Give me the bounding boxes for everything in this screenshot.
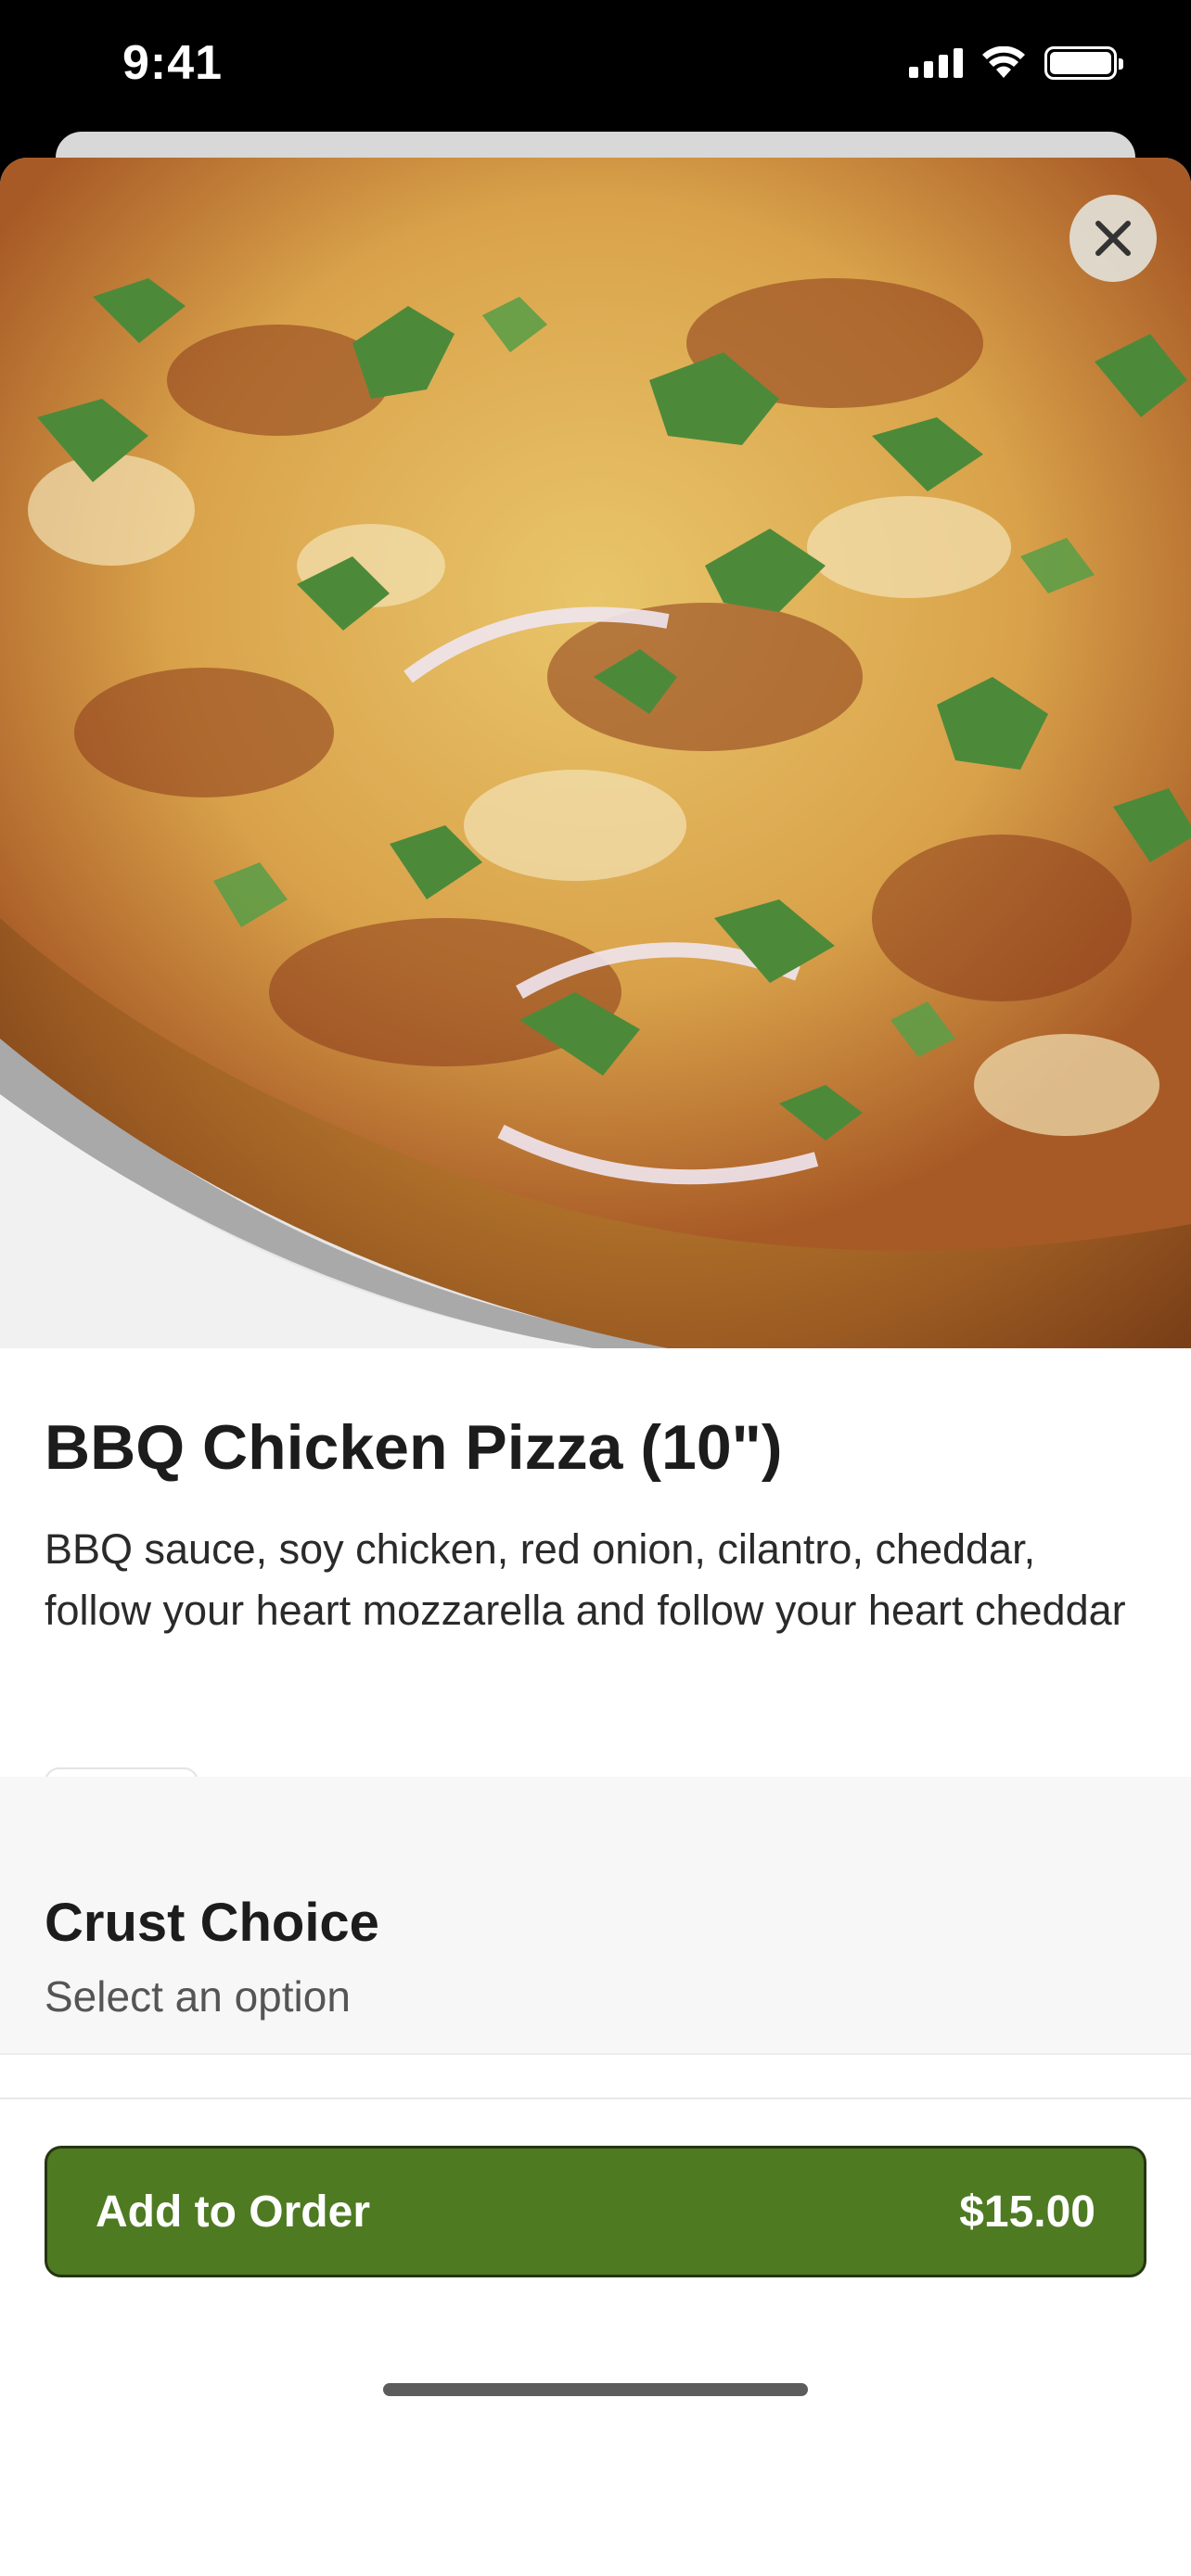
item-detail-screen: 9:41 BBQ Chicken Pizza (10") BBQ sauce, … [0,0,1191,2576]
status-icons [909,46,1123,80]
close-button[interactable] [1069,195,1157,282]
section-divider-bottom [0,2053,1191,2055]
status-time: 9:41 [122,36,224,90]
item-photo [0,158,1191,1348]
section-title: Crust Choice [45,1893,379,1953]
signal-icon [909,48,963,78]
wifi-icon [982,46,1025,78]
item-description: BBQ sauce, soy chicken, red onion, cilan… [45,1525,1126,1634]
status-bar: 9:41 [0,0,1191,139]
home-indicator[interactable] [383,2383,808,2396]
close-icon [1095,221,1131,256]
add-to-order-button[interactable]: Add to Order $15.00 [45,2146,1146,2277]
footer-divider [0,2098,1191,2099]
order-price: $15.00 [959,2187,1095,2237]
item-title: BBQ Chicken Pizza (10") [45,1412,783,1483]
add-to-order-label: Add to Order [96,2187,370,2237]
battery-icon [1044,46,1123,80]
section-subtitle: Select an option [45,1972,351,2021]
